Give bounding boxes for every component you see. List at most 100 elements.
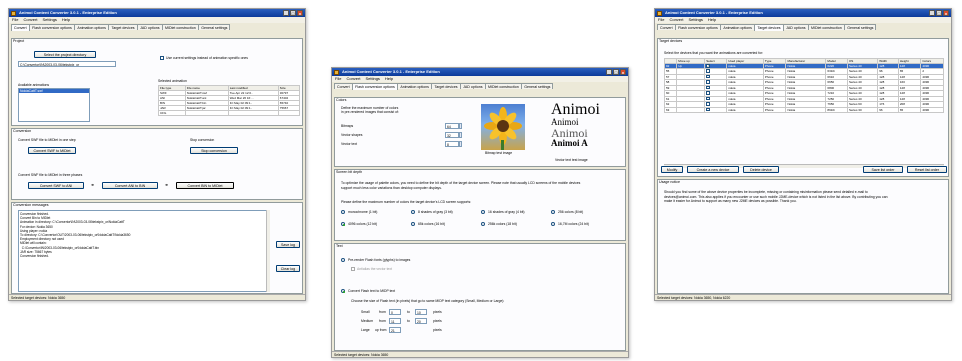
select-checkbox[interactable]: ✓ bbox=[706, 64, 710, 68]
menu-file[interactable]: File bbox=[658, 17, 664, 23]
tab-general-settings[interactable]: General settings bbox=[521, 83, 554, 89]
size-to-field[interactable]: 10 bbox=[415, 309, 427, 315]
minimize-button[interactable]: _ bbox=[606, 69, 612, 75]
size-from-field[interactable]: 0 bbox=[389, 309, 401, 315]
clear-log-button[interactable]: Clear log bbox=[276, 265, 300, 272]
select-checkbox[interactable] bbox=[706, 74, 710, 78]
bitdepth-radio[interactable] bbox=[341, 210, 345, 214]
select-checkbox[interactable] bbox=[706, 107, 710, 111]
menu-settings[interactable]: Settings bbox=[688, 17, 702, 23]
select-checkbox[interactable] bbox=[706, 80, 710, 84]
modify-button[interactable]: Modify bbox=[661, 166, 683, 173]
tab-general-settings[interactable]: General settings bbox=[844, 24, 877, 30]
vector-shapes-colors-field[interactable]: 32 bbox=[445, 132, 459, 138]
select-project-directory-button[interactable]: Select the project directory bbox=[34, 51, 96, 58]
maximize-button[interactable]: □ bbox=[613, 69, 619, 75]
size-from-field[interactable]: 11 bbox=[389, 318, 401, 324]
antialias-checkbox[interactable] bbox=[351, 267, 355, 271]
tab-target-devices[interactable]: Target devices bbox=[108, 24, 138, 30]
log-scrollbar[interactable] bbox=[266, 210, 270, 292]
bitmaps-colors-field[interactable]: 64 bbox=[445, 123, 459, 129]
menu-convert[interactable]: Convert bbox=[23, 17, 37, 23]
select-checkbox[interactable] bbox=[706, 96, 710, 100]
bitdepth-radio[interactable] bbox=[481, 222, 485, 226]
reset-list-order-button[interactable]: Reset list order bbox=[907, 166, 947, 173]
select-checkbox[interactable] bbox=[706, 85, 710, 89]
tab-animation-options[interactable]: Animation options bbox=[397, 83, 432, 89]
close-button[interactable]: x bbox=[297, 10, 303, 16]
conversion-messages-log[interactable]: Conversion finished. Convert Bin to MIDle… bbox=[18, 210, 270, 292]
tab-jad-options[interactable]: JAD options bbox=[783, 24, 809, 30]
menu-convert[interactable]: Convert bbox=[669, 17, 683, 23]
bitdepth-radio[interactable] bbox=[411, 210, 415, 214]
convert-ani-to-bin-button[interactable]: Convert ANI to BIN bbox=[102, 182, 158, 189]
tab-flash-conversion-options[interactable]: Flash conversion options bbox=[675, 24, 721, 30]
tab-general-settings[interactable]: General settings bbox=[198, 24, 231, 30]
tab-midlet-construction[interactable]: MIDlet construction bbox=[485, 83, 522, 89]
bitdepth-radio[interactable] bbox=[551, 222, 555, 226]
pixels-word: pixels bbox=[433, 328, 442, 332]
prerender-radio[interactable] bbox=[341, 258, 345, 262]
tab-midlet-construction[interactable]: MIDlet construction bbox=[162, 24, 199, 30]
animation-list-item[interactable]: NokiaCattT.swf bbox=[19, 89, 89, 93]
size-to-field[interactable]: 20 bbox=[415, 318, 427, 324]
menu-help[interactable]: Help bbox=[708, 17, 716, 23]
maximize-button[interactable]: □ bbox=[290, 10, 296, 16]
table-row[interactable]: 63 nokia Phone Nokia 8910i Series 30 96 65 4096 bbox=[663, 106, 944, 113]
status-bar: Selected target devices: Nokia 3650 bbox=[332, 351, 628, 357]
vector-text-colors-field[interactable]: 8 bbox=[445, 141, 459, 147]
tab-jad-options[interactable]: JAD options bbox=[460, 83, 486, 89]
maximize-button[interactable]: □ bbox=[936, 10, 942, 16]
tab-target-devices[interactable]: Target devices bbox=[431, 83, 461, 89]
from-word: from bbox=[379, 319, 386, 323]
vector-text-spinner[interactable] bbox=[459, 141, 462, 147]
three-phase-label: Convert SWF file to MIDlet in three phas… bbox=[18, 173, 83, 177]
bitdepth-radio[interactable] bbox=[411, 222, 415, 226]
tab-midlet-construction[interactable]: MIDlet construction bbox=[808, 24, 845, 30]
minimize-button[interactable]: _ bbox=[283, 10, 289, 16]
bitdepth-radio[interactable] bbox=[481, 210, 485, 214]
tab-animation-options[interactable]: Animation options bbox=[74, 24, 109, 30]
use-current-settings-checkbox[interactable] bbox=[160, 56, 164, 60]
bitdepth-radio[interactable] bbox=[551, 210, 555, 214]
size-from-field[interactable]: 21 bbox=[389, 327, 401, 333]
close-button[interactable]: x bbox=[620, 69, 626, 75]
delete-device-button[interactable]: Delete device bbox=[743, 166, 779, 173]
minimize-button[interactable]: _ bbox=[929, 10, 935, 16]
stop-conversion-button[interactable]: Stop conversion bbox=[190, 147, 238, 154]
bitdepth-radio[interactable] bbox=[341, 222, 345, 226]
save-list-order-button[interactable]: Save list order bbox=[863, 166, 903, 173]
select-checkbox[interactable] bbox=[706, 102, 710, 106]
select-checkbox[interactable] bbox=[706, 69, 710, 73]
create-device-button[interactable]: Create a new device bbox=[687, 166, 739, 173]
close-button[interactable]: x bbox=[943, 10, 949, 16]
project-directory-field[interactable]: C:\Convertor\IN\2003-03-06\tekstpix_or bbox=[18, 61, 116, 67]
menu-convert[interactable]: Convert bbox=[346, 76, 360, 82]
convert-bin-to-midlet-button[interactable]: Convert BIN to MIDlet bbox=[176, 182, 234, 189]
vector-shapes-spinner[interactable] bbox=[459, 132, 462, 138]
size-row-label: Medium bbox=[361, 319, 374, 323]
convert-swf-to-midlet-button[interactable]: Convert SWF to MIDlet bbox=[28, 147, 76, 154]
available-animations-list[interactable]: NokiaCattT.swf bbox=[18, 88, 90, 122]
tab-flash-conversion-options[interactable]: Flash conversion options bbox=[29, 24, 75, 30]
tab-flash-conversion-options[interactable]: Flash conversion options bbox=[352, 82, 398, 90]
bitmaps-spinner[interactable] bbox=[459, 123, 462, 129]
menu-file[interactable]: File bbox=[335, 76, 341, 82]
tab-convert[interactable]: Convert bbox=[657, 24, 676, 30]
menu-file[interactable]: File bbox=[12, 17, 18, 23]
menu-help[interactable]: Help bbox=[385, 76, 393, 82]
menu-settings[interactable]: Settings bbox=[365, 76, 379, 82]
tab-convert[interactable]: Convert bbox=[11, 23, 30, 31]
convert-swf-to-ani-button[interactable]: Convert SWF to ANI bbox=[28, 182, 84, 189]
tab-jad-options[interactable]: JAD options bbox=[137, 24, 163, 30]
table-row[interactable]: CFG bbox=[158, 110, 301, 116]
convert-midp-radio[interactable] bbox=[341, 289, 345, 293]
table-cell: 63 bbox=[663, 106, 678, 113]
menu-help[interactable]: Help bbox=[62, 17, 70, 23]
select-checkbox[interactable] bbox=[706, 91, 710, 95]
tab-target-devices[interactable]: Target devices bbox=[754, 23, 784, 31]
tab-convert[interactable]: Convert bbox=[334, 83, 353, 89]
menu-settings[interactable]: Settings bbox=[42, 17, 56, 23]
save-log-button[interactable]: Save log bbox=[276, 241, 300, 248]
tab-animation-options[interactable]: Animation options bbox=[720, 24, 755, 30]
